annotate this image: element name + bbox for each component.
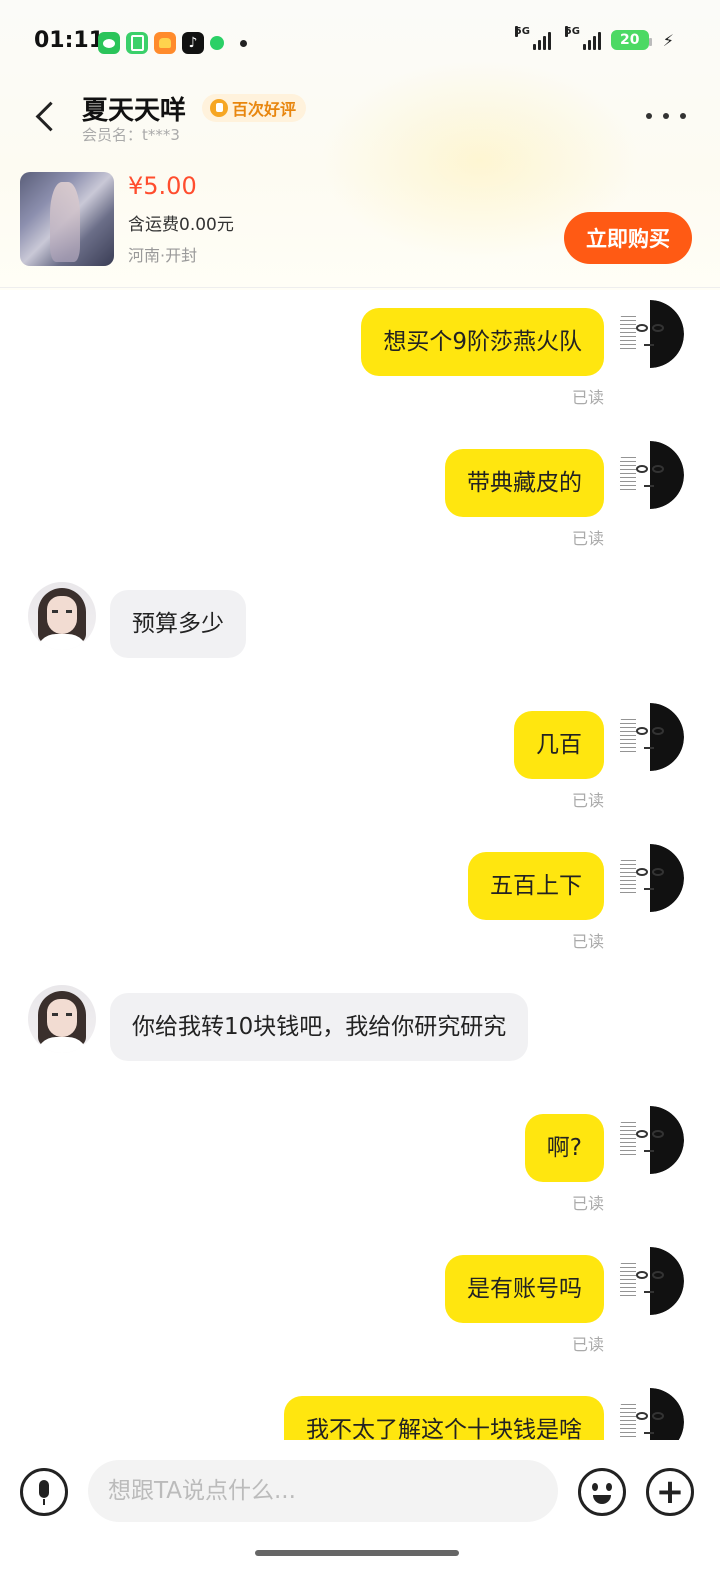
emoji-icon[interactable] [578, 1468, 626, 1516]
product-thumbnail[interactable] [20, 172, 114, 266]
my-message-bubble[interactable]: 是有账号吗 [445, 1255, 604, 1323]
product-shipping: 含运费0.00元 [128, 215, 234, 235]
product-location: 河南·开封 [128, 246, 198, 265]
read-status: 已读 [571, 1194, 604, 1213]
chat-message-list[interactable]: 想买个9阶莎燕火队 已读 带典藏皮的 已读 预算多少 几百 已读 五百上下 已读… [0, 288, 720, 1440]
my-avatar[interactable] [616, 703, 684, 771]
read-status: 已读 [571, 791, 604, 810]
dot-icon [646, 113, 652, 119]
my-avatar[interactable] [616, 1106, 684, 1174]
product-price: ¥5.00 [128, 172, 197, 200]
more-notifications-dot-icon [240, 39, 247, 47]
microphone-icon[interactable] [20, 1468, 68, 1516]
peer-message-bubble[interactable]: 你给我转10块钱吧，我给你研究研究 [110, 993, 529, 1061]
green-app-icon [126, 32, 148, 54]
signal-1-icon: 5G [514, 26, 551, 50]
my-message-bubble[interactable]: 想买个9阶莎燕火队 [361, 308, 604, 376]
read-status: 已读 [571, 932, 604, 951]
tiktok-icon: ♪ [182, 32, 204, 54]
wechat-icon [98, 32, 120, 54]
buy-now-button[interactable]: 立即购买 [564, 212, 692, 264]
my-avatar[interactable] [616, 1388, 684, 1440]
status-bar: 01:11 ♪ 5G 5G 20 ⚡ [0, 0, 720, 86]
peer-message-bubble[interactable]: 预算多少 [110, 590, 246, 658]
my-message-bubble[interactable]: 五百上下 [468, 852, 604, 920]
chat-header: 夏天天咩 百次好评 会员名：t***3 [0, 86, 720, 150]
home-indicator[interactable] [255, 1550, 459, 1556]
notification-icons: ♪ [98, 32, 247, 54]
my-message-bubble[interactable]: 啊? [524, 1114, 604, 1182]
read-status: 已读 [571, 1335, 604, 1354]
my-message-bubble[interactable]: 几百 [514, 711, 604, 779]
network-1-label: 5G [514, 26, 530, 37]
battery-icon: 20 [610, 30, 652, 50]
peer-name[interactable]: 夏天天咩 [82, 90, 186, 127]
thumbs-up-icon [210, 99, 228, 117]
my-message-bubble[interactable]: 我不太了解这个十块钱是啥 [284, 1396, 604, 1440]
peer-avatar[interactable] [28, 985, 96, 1053]
signal-2-icon: 5G [564, 26, 601, 50]
signal-battery-group: 5G 5G 20 ⚡ [514, 26, 674, 50]
my-avatar[interactable] [616, 441, 684, 509]
my-avatar[interactable] [616, 844, 684, 912]
peer-avatar[interactable] [28, 582, 96, 650]
my-message-bubble[interactable]: 带典藏皮的 [445, 449, 604, 517]
member-name: 会员名：t***3 [82, 126, 180, 144]
my-avatar[interactable] [616, 1247, 684, 1315]
praise-badge[interactable]: 百次好评 [202, 94, 307, 122]
product-card[interactable]: ¥5.00 含运费0.00元 河南·开封 立即购买 [0, 168, 720, 286]
status-time: 01:11 [34, 28, 105, 53]
chat-input-bar: 想跟TA说点什么... + [0, 1440, 720, 1584]
dot-icon [663, 113, 669, 119]
plus-icon[interactable]: + [646, 1468, 694, 1516]
back-button[interactable] [26, 94, 66, 138]
read-status: 已读 [571, 529, 604, 548]
dot-icon [680, 113, 686, 119]
more-options-button[interactable] [646, 104, 686, 128]
charging-bolt-icon: ⚡ [662, 30, 674, 50]
game-icon [154, 32, 176, 54]
message-input[interactable]: 想跟TA说点什么... [88, 1460, 558, 1522]
my-avatar[interactable] [616, 300, 684, 368]
network-2-label: 5G [564, 26, 580, 37]
praise-badge-label: 百次好评 [232, 100, 297, 119]
green-dot-icon [210, 36, 224, 50]
read-status: 已读 [571, 388, 604, 407]
